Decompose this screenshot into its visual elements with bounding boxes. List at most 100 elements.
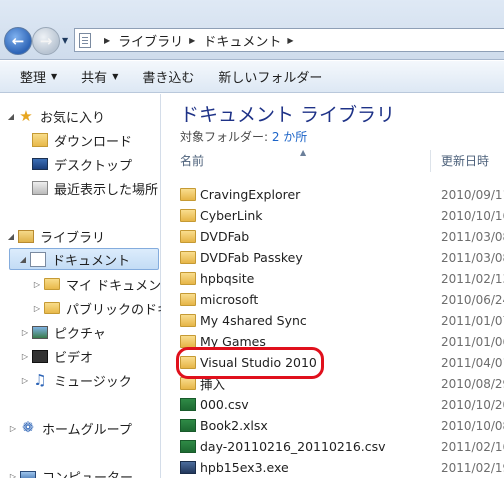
file-name: microsoft xyxy=(200,292,259,307)
expand-triangle-icon[interactable]: ▷ xyxy=(32,280,42,289)
nav-desktop[interactable]: デスクトップ xyxy=(32,153,132,175)
column-header-date[interactable]: 更新日時 xyxy=(441,152,489,169)
expand-triangle-icon[interactable]: ▷ xyxy=(20,352,30,361)
nav-homegroup-label: ホームグループ xyxy=(42,422,132,438)
file-modified-date: 2011/03/08 xyxy=(441,250,504,265)
videos-icon xyxy=(32,349,48,363)
document-icon xyxy=(79,32,91,48)
library-icon xyxy=(18,229,34,243)
folder-icon xyxy=(44,302,60,314)
folder-icon xyxy=(180,188,196,201)
file-name: hpbqsite xyxy=(200,271,255,286)
file-modified-date: 2011/03/08 xyxy=(441,229,504,244)
nav-libraries-label: ライブラリ xyxy=(40,230,106,246)
annotation-highlight-ring xyxy=(176,347,324,379)
nav-favorites[interactable]: ◢ ★ お気に入り xyxy=(6,105,105,127)
file-modified-date: 2011/01/07 xyxy=(441,313,504,328)
collapse-triangle-icon[interactable]: ◢ xyxy=(6,232,16,241)
burn-button[interactable]: 書き込む xyxy=(142,67,194,86)
breadcrumb-separator-icon[interactable]: ▶ xyxy=(104,36,110,45)
computer-icon xyxy=(20,470,36,478)
exe-file-icon xyxy=(180,461,196,474)
nav-homegroup[interactable]: ▷ ❁ ホームグループ xyxy=(8,417,132,439)
new-folder-button[interactable]: 新しいフォルダー xyxy=(218,67,322,86)
file-name: CyberLink xyxy=(200,208,263,223)
folder-icon xyxy=(180,293,196,306)
nav-downloads[interactable]: ダウンロード xyxy=(32,129,132,151)
forward-arrow-icon: → xyxy=(39,32,53,50)
collapse-triangle-icon[interactable]: ◢ xyxy=(18,255,28,264)
desktop-icon xyxy=(32,158,48,170)
navigation-pane: ◢ ★ お気に入り ダウンロード デスクトップ 最近表示した場所 ◢ ライブラリ… xyxy=(0,94,161,478)
share-menu-button[interactable]: 共有 ▼ xyxy=(81,67,118,86)
file-modified-date: 2010/06/24 xyxy=(441,292,504,307)
expand-triangle-icon[interactable]: ▷ xyxy=(20,328,30,337)
nav-computer-label: コンピューター xyxy=(42,470,134,478)
file-modified-date: 2010/10/16 xyxy=(441,208,504,223)
expand-triangle-icon[interactable]: ▷ xyxy=(20,376,30,385)
breadcrumb-documents[interactable]: ドキュメント xyxy=(203,31,281,50)
back-arrow-icon: ← xyxy=(11,32,25,50)
file-row[interactable]: day-20110216_20110216.csv 2011/02/16 xyxy=(180,436,504,457)
nav-videos[interactable]: ▷ ビデオ xyxy=(20,345,93,367)
nav-videos-label: ビデオ xyxy=(54,350,94,366)
file-row[interactable]: 000.csv 2010/10/20 xyxy=(180,394,504,415)
locations-link[interactable]: 2 か所 xyxy=(272,130,307,144)
file-row[interactable]: hpb15ex3.exe 2011/02/19 xyxy=(180,457,504,478)
breadcrumb-libraries[interactable]: ライブラリ xyxy=(118,31,183,50)
nav-my-documents[interactable]: ▷ マイ ドキュメント xyxy=(32,273,161,295)
back-button[interactable]: ← xyxy=(4,27,32,55)
expand-triangle-icon[interactable]: ▷ xyxy=(32,304,42,313)
csv-file-icon xyxy=(180,440,196,453)
pictures-icon xyxy=(32,325,48,339)
nav-documents[interactable]: ◢ ドキュメント xyxy=(9,248,159,270)
library-locations: 対象フォルダー: 2 か所 xyxy=(180,128,307,145)
file-row[interactable]: CravingExplorer 2010/09/11 xyxy=(180,184,504,205)
file-row[interactable]: Book2.xlsx 2010/10/08 xyxy=(180,415,504,436)
file-row[interactable]: hpbqsite 2011/02/13 xyxy=(180,268,504,289)
file-row[interactable]: DVDFab 2011/03/08 xyxy=(180,226,504,247)
nav-music-label: ミュージック xyxy=(54,374,132,390)
organize-menu-button[interactable]: 整理 ▼ xyxy=(20,67,57,86)
breadcrumb-separator-icon[interactable]: ▶ xyxy=(189,36,195,45)
expand-triangle-icon[interactable]: ▷ xyxy=(8,424,18,433)
folder-icon xyxy=(44,278,60,290)
recent-pages-dropdown-icon[interactable]: ▼ xyxy=(62,36,68,45)
file-row[interactable]: DVDFab Passkey 2011/03/08 xyxy=(180,247,504,268)
burn-label: 書き込む xyxy=(142,71,195,86)
file-modified-date: 2010/10/08 xyxy=(441,418,504,433)
nav-recent-places[interactable]: 最近表示した場所 xyxy=(32,177,158,199)
homegroup-icon: ❁ xyxy=(22,420,34,436)
folder-icon xyxy=(180,230,196,243)
downloads-folder-icon xyxy=(32,133,48,147)
breadcrumb-separator-icon[interactable]: ▶ xyxy=(287,36,293,45)
expand-triangle-icon[interactable]: ▷ xyxy=(8,472,18,478)
file-name: 000.csv xyxy=(200,397,249,412)
dropdown-arrow-icon: ▼ xyxy=(112,72,119,81)
nav-libraries[interactable]: ◢ ライブラリ xyxy=(6,225,105,247)
file-row[interactable]: My 4shared Sync 2011/01/07 xyxy=(180,310,504,331)
column-header-name[interactable]: 名前 xyxy=(180,152,204,169)
documents-library-icon xyxy=(30,251,46,267)
address-box[interactable]: ▶ ライブラリ ▶ ドキュメント ▶ xyxy=(74,28,504,52)
folder-icon xyxy=(180,314,196,327)
file-row[interactable]: microsoft 2010/06/24 xyxy=(180,289,504,310)
nav-public-documents[interactable]: ▷ パブリックのドキュメント xyxy=(32,297,161,319)
file-modified-date: 2010/10/20 xyxy=(441,397,504,412)
nav-computer[interactable]: ▷ コンピューター xyxy=(8,465,133,478)
file-modified-date: 2011/02/13 xyxy=(441,271,504,286)
column-divider[interactable] xyxy=(430,150,431,172)
file-modified-date: 2010/09/11 xyxy=(441,187,504,202)
file-modified-date: 2010/08/29 xyxy=(441,376,504,391)
nav-music[interactable]: ▷ ♫ ミュージック xyxy=(20,369,132,391)
file-name: hpb15ex3.exe xyxy=(200,460,289,475)
file-modified-date: 2011/02/19 xyxy=(441,460,504,475)
xlsx-file-icon xyxy=(180,419,196,432)
collapse-triangle-icon[interactable]: ◢ xyxy=(6,112,16,121)
nav-pictures[interactable]: ▷ ピクチャ xyxy=(20,321,106,343)
file-row[interactable]: CyberLink 2010/10/16 xyxy=(180,205,504,226)
file-modified-date: 2011/04/01 xyxy=(441,355,504,370)
organize-label: 整理 xyxy=(20,71,47,86)
forward-button[interactable]: → xyxy=(32,27,60,55)
star-icon: ★ xyxy=(19,107,33,125)
